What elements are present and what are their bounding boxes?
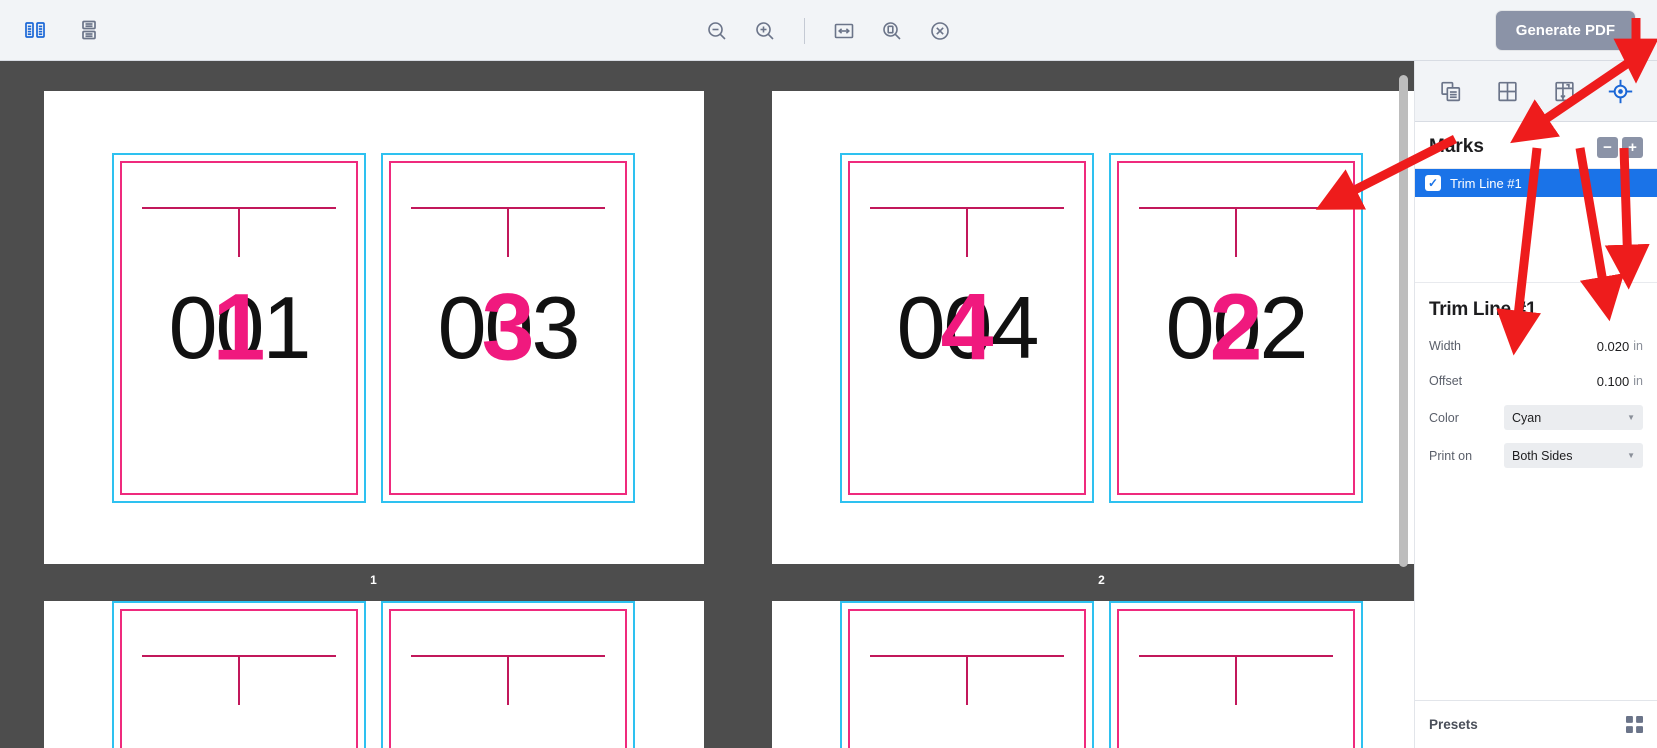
generate-pdf-button[interactable]: Generate PDF bbox=[1495, 10, 1635, 50]
sheet-wrapper: 001 1 003 3 1 bbox=[27, 91, 720, 601]
registration-mark-vertical bbox=[1235, 655, 1237, 705]
toolbar-right-group: Generate PDF bbox=[1495, 10, 1657, 50]
imposed-page-card[interactable]: 003 3 bbox=[381, 152, 635, 503]
add-mark-button[interactable]: + bbox=[1622, 136, 1643, 158]
fit-width-icon[interactable] bbox=[827, 14, 861, 48]
width-label: Width bbox=[1429, 339, 1461, 353]
mark-checkbox[interactable]: ✓ bbox=[1425, 175, 1441, 191]
fit-page-icon[interactable] bbox=[875, 14, 909, 48]
offset-label: Offset bbox=[1429, 374, 1463, 388]
mark-properties: Trim Line #1 Width 0.020 in Offset 0.100… bbox=[1415, 283, 1657, 481]
sheet-preview[interactable] bbox=[771, 601, 1414, 748]
tab-grid[interactable] bbox=[1489, 72, 1527, 110]
marks-header-buttons: − + bbox=[1597, 136, 1643, 158]
list-item-trim-line-1[interactable]: ✓ Trim Line #1 bbox=[1415, 169, 1657, 197]
print-on-label: Print on bbox=[1429, 448, 1473, 463]
registration-mark-vertical bbox=[238, 655, 240, 705]
color-label: Color bbox=[1429, 410, 1459, 425]
registration-mark-vertical bbox=[238, 206, 240, 257]
marks-list-empty-area bbox=[1415, 197, 1657, 283]
width-unit: in bbox=[1633, 339, 1643, 353]
panel-tab-bar bbox=[1415, 61, 1657, 122]
app-body: 001 1 003 3 1 004 4 002 2 2 Marks − + ✓ … bbox=[0, 61, 1657, 748]
imposed-page-card[interactable]: 001 1 bbox=[112, 152, 366, 503]
sheet-grid: 001 1 003 3 1 004 4 002 2 2 bbox=[0, 61, 1414, 748]
side-by-side-view-icon[interactable] bbox=[18, 13, 52, 47]
mark-label: Trim Line #1 bbox=[1450, 175, 1522, 191]
width-value[interactable]: 0.020 bbox=[1597, 339, 1630, 354]
top-toolbar: Generate PDF bbox=[0, 0, 1657, 61]
sheet-preview[interactable]: 004 4 002 2 bbox=[771, 91, 1414, 564]
toolbar-left-group bbox=[0, 13, 106, 47]
registration-mark-vertical bbox=[966, 206, 968, 257]
fit-all-icon[interactable] bbox=[923, 14, 957, 48]
mark-properties-heading: Trim Line #1 bbox=[1429, 299, 1537, 320]
offset-unit: in bbox=[1633, 374, 1643, 388]
property-row-print-on: Print on Both Sides ▼ bbox=[1429, 443, 1643, 468]
registration-mark-vertical bbox=[966, 655, 968, 705]
offset-value[interactable]: 0.100 bbox=[1597, 374, 1630, 389]
stacked-view-icon[interactable] bbox=[72, 13, 106, 47]
chevron-down-icon: ▼ bbox=[1627, 413, 1635, 422]
registration-mark-vertical bbox=[1235, 206, 1237, 257]
imposed-page-card[interactable] bbox=[840, 601, 1094, 748]
color-select[interactable]: Cyan ▼ bbox=[1504, 405, 1643, 430]
sheet-wrapper: 004 4 002 2 2 bbox=[755, 91, 1414, 601]
page-number-magenta: 1 bbox=[212, 274, 266, 380]
imposed-page-card[interactable]: 004 4 bbox=[840, 152, 1094, 503]
canvas-scrollbar-thumb[interactable] bbox=[1399, 75, 1408, 567]
page-number-magenta: 4 bbox=[940, 274, 994, 380]
color-select-value: Cyan bbox=[1512, 410, 1542, 425]
property-row-offset: Offset 0.100 in bbox=[1429, 370, 1643, 392]
grid-icon[interactable] bbox=[1626, 716, 1643, 733]
canvas-scrollbar-track[interactable] bbox=[1399, 69, 1408, 740]
presets-bar[interactable]: Presets bbox=[1415, 700, 1657, 748]
sheet-label: 1 bbox=[370, 573, 377, 587]
zoom-out-icon[interactable] bbox=[700, 14, 734, 48]
page-title: Marks bbox=[1429, 136, 1484, 157]
sheet-preview[interactable]: 001 1 003 3 bbox=[43, 91, 704, 564]
chevron-down-icon: ▼ bbox=[1627, 451, 1635, 460]
toolbar-zoom-group bbox=[0, 0, 1657, 61]
page-number-magenta: 3 bbox=[481, 274, 535, 380]
panel-spacer bbox=[1415, 481, 1657, 700]
sheet-preview[interactable] bbox=[43, 601, 704, 748]
toolbar-divider bbox=[804, 17, 805, 44]
tab-copies[interactable] bbox=[1432, 72, 1470, 110]
property-row-color: Color Cyan ▼ bbox=[1429, 405, 1643, 430]
print-on-select[interactable]: Both Sides ▼ bbox=[1504, 443, 1643, 468]
preview-canvas[interactable]: 001 1 003 3 1 004 4 002 2 2 bbox=[0, 61, 1414, 748]
imposed-page-card[interactable] bbox=[381, 601, 635, 748]
right-panel: Marks − + ✓ Trim Line #1 Trim Line #1 Wi… bbox=[1414, 61, 1657, 748]
presets-label: Presets bbox=[1429, 717, 1478, 732]
imposed-page-card[interactable]: 002 2 bbox=[1109, 152, 1363, 503]
app-root: Generate PDF 001 1 003 3 1 004 4 002 2 2… bbox=[0, 0, 1657, 748]
registration-mark-vertical bbox=[507, 206, 509, 257]
sheet-label: 2 bbox=[1098, 573, 1105, 587]
marks-list: ✓ Trim Line #1 bbox=[1415, 168, 1657, 283]
print-on-select-value: Both Sides bbox=[1512, 448, 1573, 463]
property-row-width: Width 0.020 in bbox=[1429, 335, 1643, 357]
imposed-page-card[interactable] bbox=[1109, 601, 1363, 748]
imposed-page-card[interactable] bbox=[112, 601, 366, 748]
tab-marks[interactable] bbox=[1602, 72, 1640, 110]
sheet-wrapper bbox=[27, 601, 720, 748]
sheet-wrapper bbox=[755, 601, 1414, 748]
remove-mark-button[interactable]: − bbox=[1597, 136, 1618, 158]
page-number-magenta: 2 bbox=[1209, 274, 1263, 380]
registration-mark-vertical bbox=[507, 655, 509, 705]
zoom-in-icon[interactable] bbox=[748, 14, 782, 48]
marks-header: Marks − + bbox=[1415, 122, 1657, 168]
tab-layout[interactable] bbox=[1545, 72, 1583, 110]
